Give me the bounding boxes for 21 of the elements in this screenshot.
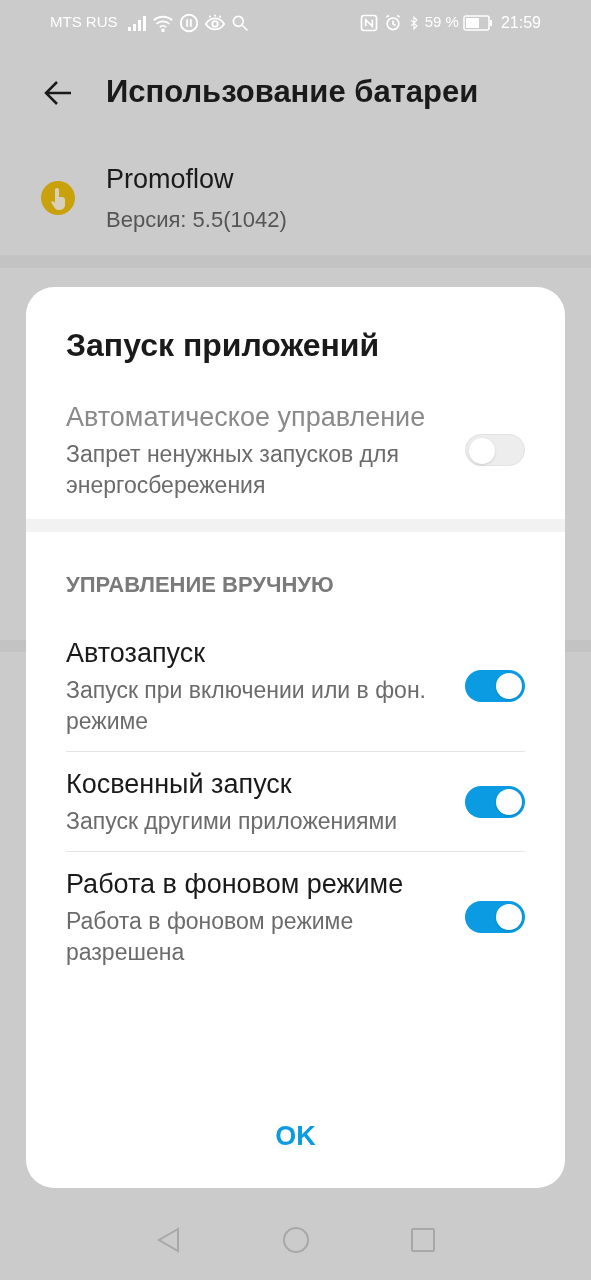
- toggle-switch[interactable]: [465, 901, 525, 933]
- toggle-switch[interactable]: [465, 670, 525, 702]
- signal-icon: [127, 14, 148, 31]
- setting-title: Косвенный запуск: [66, 768, 293, 801]
- toggle-switch[interactable]: [465, 785, 525, 818]
- ok-button[interactable]: OK: [255, 1105, 336, 1166]
- section-header: УПРАВЛЕНИЕ ВРУЧНУЮ: [66, 571, 335, 599]
- setting-title: Автозапуск: [66, 637, 207, 670]
- setting-title: Работа в фоновом режиме: [66, 868, 405, 901]
- setting-title: Автоматическое управление: [66, 401, 427, 434]
- setting-description: Запрет ненужных запусков для энергосбережения: [66, 440, 400, 500]
- nfc-icon: [358, 12, 379, 33]
- app-name: Promoflow: [106, 162, 235, 196]
- setting-description: Запуск при включении или в фон. режиме: [66, 676, 427, 736]
- setting-description: Работа в фоновом режиме разрешена: [66, 907, 355, 967]
- app-version: Версия: 5.5(1042): [106, 206, 287, 235]
- battery-icon: [462, 14, 493, 31]
- setting-description: Запуск другими приложениями: [66, 807, 399, 836]
- app-icon: [40, 179, 76, 216]
- dialog-title: Запуск приложений: [66, 326, 381, 365]
- page-title: Использование батареи: [106, 73, 479, 112]
